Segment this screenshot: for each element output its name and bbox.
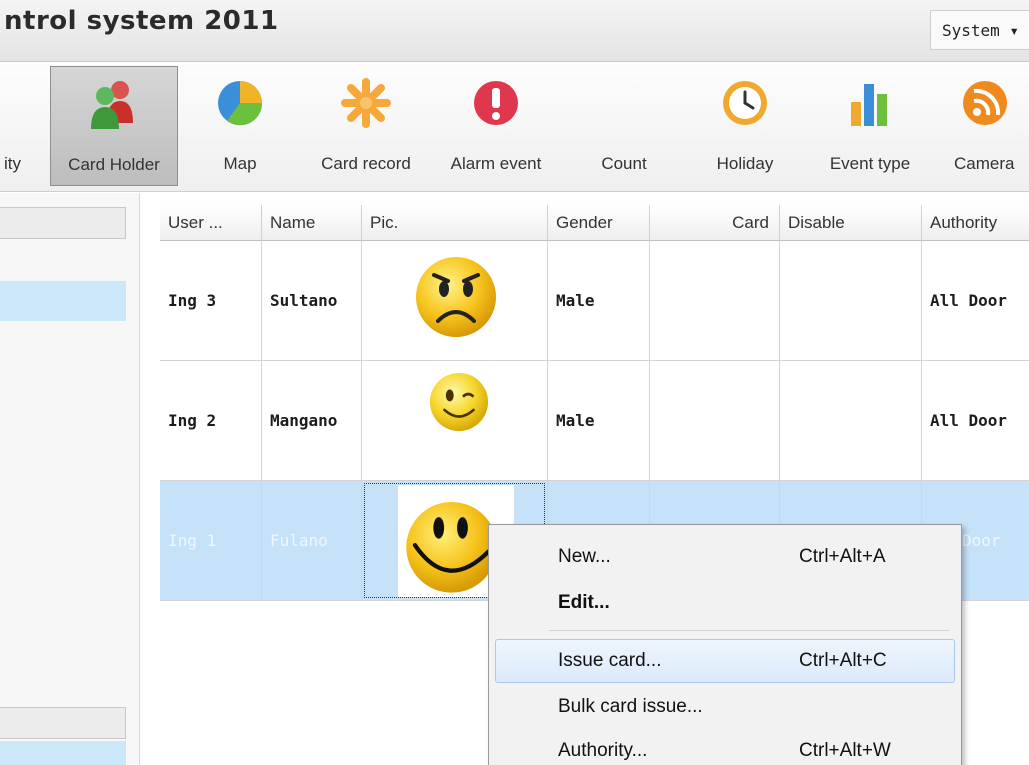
rss-icon xyxy=(962,81,1007,125)
menu-item-label: New... xyxy=(558,546,611,567)
cell-user: Ing 2 xyxy=(160,361,262,481)
left-panel-section-header[interactable] xyxy=(0,707,126,739)
menu-item-label: Authority... xyxy=(558,740,648,761)
cell-card xyxy=(650,361,780,481)
left-panel xyxy=(0,193,140,765)
column-header-disable[interactable]: Disable xyxy=(780,205,922,241)
cell-disable xyxy=(780,361,922,481)
asterisk-icon xyxy=(341,78,391,128)
menu-item-shortcut: Ctrl+Alt+C xyxy=(799,650,887,671)
column-header-card[interactable]: Card xyxy=(650,205,780,241)
cell-name: Mangano xyxy=(262,361,362,481)
column-header-name[interactable]: Name xyxy=(262,205,362,241)
toolbar-item-security[interactable]: ity xyxy=(0,62,40,192)
toolbar-item-card-record[interactable]: Card record xyxy=(306,62,426,192)
menu-item-authority[interactable]: Authority... Ctrl+Alt+W xyxy=(495,729,955,765)
toolbar-label: Alarm event xyxy=(450,154,542,173)
clock-icon xyxy=(723,81,767,125)
cell-user: Ing 3 xyxy=(160,241,262,361)
menu-separator xyxy=(549,630,949,631)
toolbar-label: Card record xyxy=(321,154,411,173)
cell-pic xyxy=(362,361,548,481)
cell-user: Ing 1 xyxy=(160,481,262,601)
toolbar-label: Card Holder xyxy=(68,155,160,174)
cell-pic xyxy=(362,241,548,361)
toolbar-label: Map xyxy=(223,154,257,173)
window-title: ntrol system 2011 xyxy=(4,6,279,36)
toolbar: ity Card Holder Map Card record Alarm ev… xyxy=(0,62,1029,192)
bar-chart-icon xyxy=(851,84,887,126)
toolbar-label: Camera xyxy=(954,154,1015,173)
menu-item-edit[interactable]: Edit... xyxy=(495,581,955,625)
column-header-pic[interactable]: Pic. xyxy=(362,205,548,241)
pie-map-icon xyxy=(218,81,263,126)
toolbar-item-alarm-event[interactable]: Alarm event xyxy=(434,62,558,192)
table-row[interactable]: Ing 3 Sultano Male All Door xyxy=(160,241,1029,361)
menu-item-issue-card[interactable]: Issue card... Ctrl+Alt+C xyxy=(495,639,955,683)
menu-item-label: Issue card... xyxy=(558,650,662,671)
left-panel-selected-item[interactable] xyxy=(0,281,126,321)
table-row[interactable]: Ing 2 Mangano Male All Door xyxy=(160,361,1029,481)
cell-authority: All Door xyxy=(930,411,1008,430)
cell-card xyxy=(650,241,780,361)
context-menu: New... Ctrl+Alt+A Edit... Issue card... … xyxy=(488,524,962,765)
toolbar-label: ity xyxy=(4,154,21,173)
toolbar-item-holiday[interactable]: Holiday xyxy=(700,62,790,192)
left-panel-selected-item-2[interactable] xyxy=(0,741,126,765)
cell-name: Sultano xyxy=(262,241,362,361)
toolbar-label: Event type xyxy=(829,154,911,173)
toolbar-label: Count xyxy=(601,154,647,173)
title-bar: ntrol system 2011 System ▾ xyxy=(0,0,1029,62)
cell-gender: Male xyxy=(548,241,650,361)
cell-disable xyxy=(780,241,922,361)
wink-face-icon xyxy=(429,372,489,432)
toolbar-item-camera[interactable]: Camera xyxy=(940,62,1029,192)
sad-face-icon xyxy=(416,257,496,337)
toolbar-item-map[interactable]: Map xyxy=(200,62,280,192)
alert-icon xyxy=(474,81,518,125)
column-header-authority[interactable]: Authority xyxy=(922,205,1029,241)
menu-item-bulk-card-issue[interactable]: Bulk card issue... xyxy=(495,685,955,729)
cell-gender: Male xyxy=(548,361,650,481)
toolbar-label: Holiday xyxy=(716,154,774,173)
toolbar-item-event-type[interactable]: Event type xyxy=(808,62,932,192)
toolbar-item-count[interactable]: Count xyxy=(584,62,664,192)
column-header-gender[interactable]: Gender xyxy=(548,205,650,241)
toolbar-item-card-holder[interactable]: Card Holder xyxy=(50,66,178,186)
menu-item-label: Edit... xyxy=(558,592,610,613)
left-panel-search-box[interactable] xyxy=(0,207,126,239)
menu-item-label: Bulk card issue... xyxy=(558,696,703,717)
menu-item-shortcut: Ctrl+Alt+A xyxy=(799,546,886,567)
cell-name: Fulano xyxy=(262,481,362,601)
menu-item-new[interactable]: New... Ctrl+Alt+A xyxy=(495,535,955,579)
system-menu[interactable]: System ▾ xyxy=(930,10,1029,50)
menu-item-shortcut: Ctrl+Alt+W xyxy=(799,740,891,761)
people-icon xyxy=(91,81,133,129)
cell-authority: All Door xyxy=(930,291,1008,310)
column-header-user[interactable]: User ... xyxy=(160,205,262,241)
